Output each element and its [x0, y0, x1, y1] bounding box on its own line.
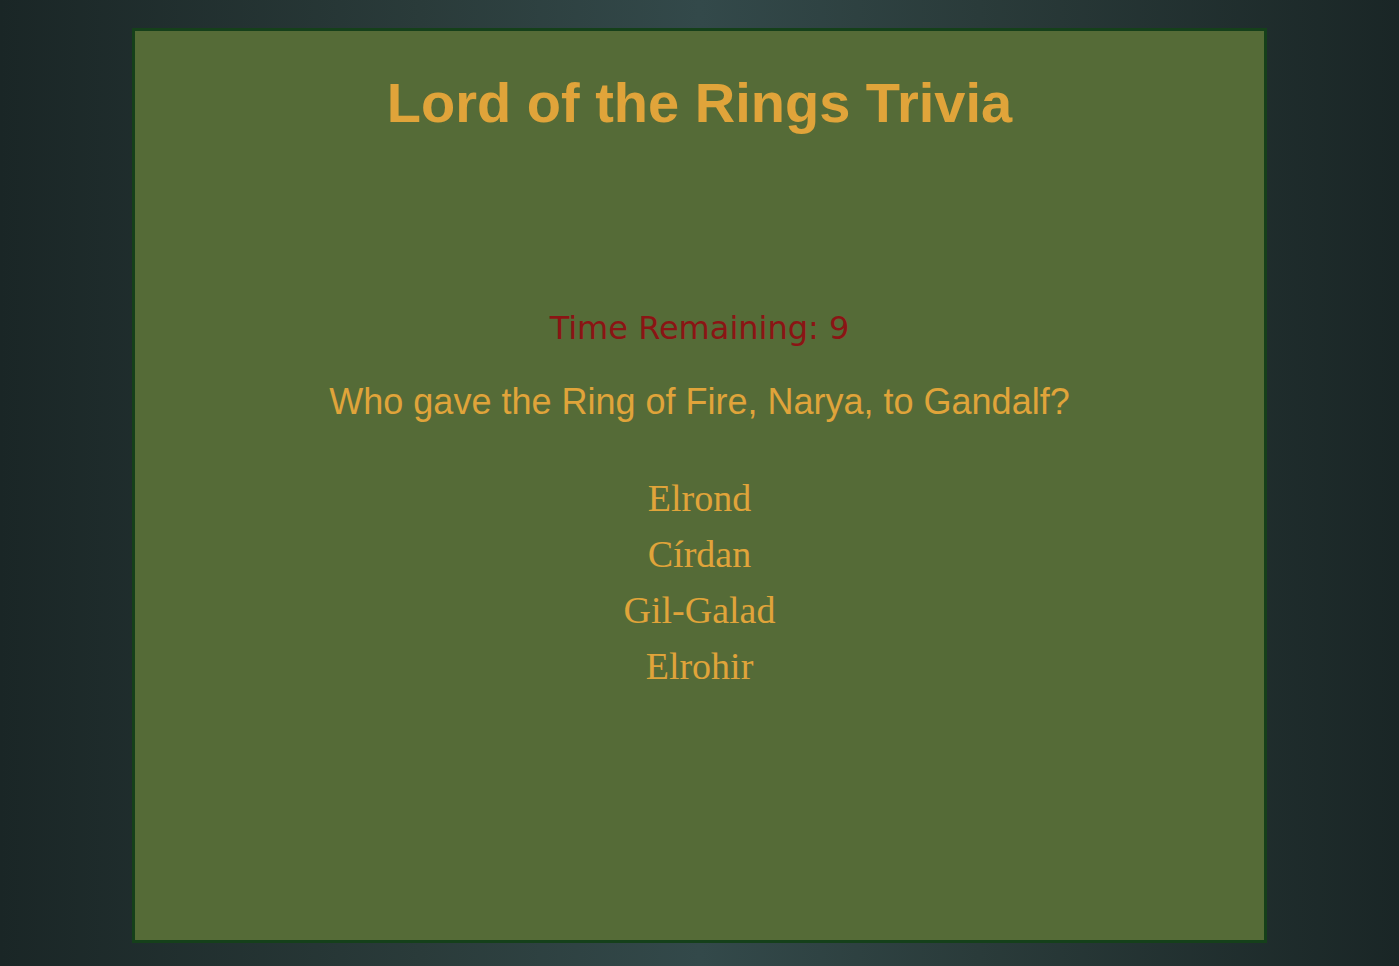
question: Who gave the Ring of Fire, Narya, to Gan…: [329, 380, 1069, 424]
answer-option[interactable]: Elrond: [640, 470, 759, 526]
answer-option[interactable]: Gil-Galad: [616, 582, 784, 638]
answer-list: ElrondCírdanGil-GaladElrohir: [616, 470, 784, 694]
forest-background: Lord of the Rings Trivia Time Remaining: …: [0, 0, 1399, 966]
trivia-panel: Lord of the Rings Trivia Time Remaining: …: [132, 28, 1267, 943]
timer: Time Remaining: 9: [550, 308, 850, 348]
timer-seconds: 9: [829, 309, 849, 347]
game-title: Lord of the Rings Trivia: [387, 73, 1012, 133]
answer-option[interactable]: Elrohir: [638, 638, 762, 694]
answer-option[interactable]: Círdan: [640, 526, 759, 582]
timer-label: Time Remaining:: [550, 309, 819, 347]
